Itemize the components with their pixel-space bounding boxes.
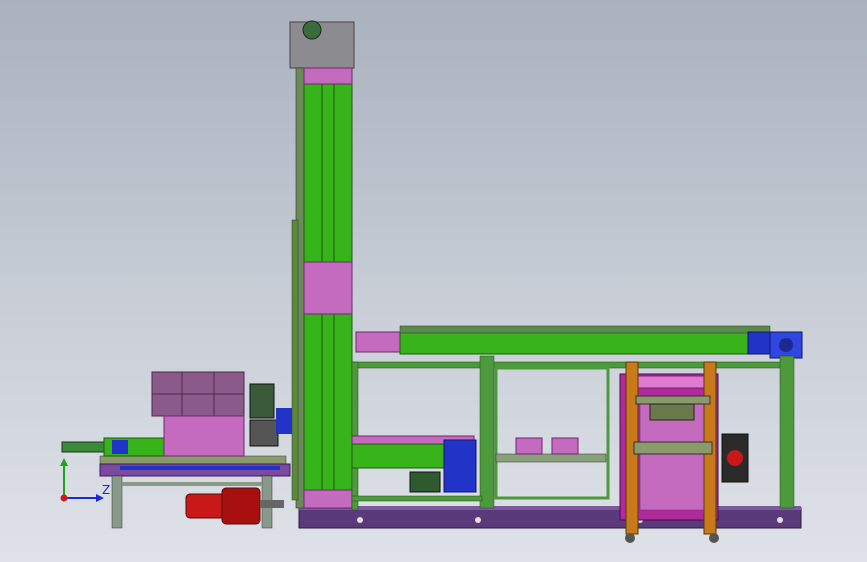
drive-blue-plate[interactable]: [276, 408, 292, 434]
caster-wheel[interactable]: [709, 533, 719, 543]
gearbox-icon: [779, 338, 793, 352]
base-rail[interactable]: [298, 507, 802, 529]
frame-bottom-beam: [351, 495, 483, 502]
base-bolt: [777, 517, 783, 523]
vertical-gearbox[interactable]: [249, 419, 279, 447]
upper-arm-rail: [399, 325, 771, 334]
lower-arm-motor[interactable]: [443, 439, 477, 493]
gantry-pink-top[interactable]: [629, 375, 711, 389]
mast-side-guide: [291, 219, 299, 501]
frame-post: [779, 355, 795, 509]
base-bolt: [357, 517, 363, 523]
lower-arm[interactable]: [351, 443, 449, 469]
triad-z-label: Z: [102, 483, 110, 497]
upper-arm-end-motor[interactable]: [747, 331, 771, 355]
vertical-drive-motor[interactable]: [249, 383, 275, 419]
gantry-crossbeam[interactable]: [633, 441, 713, 455]
red-motor-reducer[interactable]: [221, 487, 261, 525]
upper-arm-pink[interactable]: [355, 331, 403, 353]
feed-conveyor-crossbar: [122, 482, 262, 486]
cable-reel-hub: [727, 450, 743, 466]
base-bolt: [475, 517, 481, 523]
middle-conveyor-box[interactable]: [515, 437, 543, 455]
machine-model[interactable]: Z: [0, 0, 867, 562]
gripper-head[interactable]: [649, 403, 695, 421]
feed-pusher-block[interactable]: [112, 440, 128, 454]
triad-y-arrow: [60, 458, 68, 466]
middle-conveyor-box[interactable]: [551, 437, 579, 455]
mast-pink-block-top[interactable]: [303, 67, 353, 85]
mast-top-motor[interactable]: [302, 20, 322, 40]
lower-arm-small-motor[interactable]: [409, 471, 441, 493]
feed-conveyor-blue[interactable]: [120, 466, 280, 470]
base-rail-top: [299, 506, 801, 510]
triad-origin: [60, 494, 68, 502]
frame-inner-box: [494, 366, 610, 500]
mast-pink-block-mid[interactable]: [303, 261, 353, 315]
gantry-crossbeam-upper[interactable]: [635, 395, 711, 405]
caster-wheel[interactable]: [625, 533, 635, 543]
mast-top-cap[interactable]: [289, 21, 355, 69]
frame-post: [479, 355, 495, 509]
middle-conveyor[interactable]: [495, 453, 607, 463]
red-motor-shaft: [260, 500, 284, 508]
brick-pallet[interactable]: [163, 415, 245, 457]
cad-3d-viewport[interactable]: Z: [0, 0, 867, 562]
feed-conveyor-leg: [111, 475, 123, 529]
mast-pink-block-low[interactable]: [303, 489, 353, 509]
upper-arm[interactable]: [399, 331, 749, 355]
